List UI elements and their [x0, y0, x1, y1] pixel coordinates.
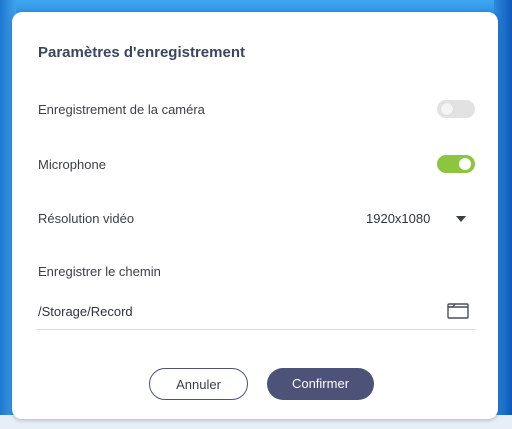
folder-icon[interactable] [446, 301, 470, 321]
video-resolution-select[interactable]: 1920x1080 [366, 211, 430, 226]
camera-recording-toggle[interactable] [437, 100, 475, 118]
video-resolution-label: Résolution vidéo [38, 211, 135, 226]
path-divider [36, 329, 476, 330]
dialog-title: Paramètres d'enregistrement [38, 44, 245, 61]
chevron-down-icon[interactable] [456, 216, 466, 222]
confirm-button[interactable]: Confirmer [267, 368, 374, 400]
recording-settings-dialog: Paramètres d'enregistrement Enregistreme… [12, 12, 498, 419]
save-path-input[interactable]: /Storage/Record [38, 304, 133, 319]
toggle-knob [459, 158, 471, 170]
microphone-toggle[interactable] [437, 155, 475, 173]
toggle-knob [441, 103, 453, 115]
save-path-label: Enregistrer le chemin [38, 264, 161, 279]
camera-recording-label: Enregistrement de la caméra [38, 102, 205, 117]
microphone-label: Microphone [38, 157, 106, 172]
cancel-button[interactable]: Annuler [149, 368, 248, 400]
